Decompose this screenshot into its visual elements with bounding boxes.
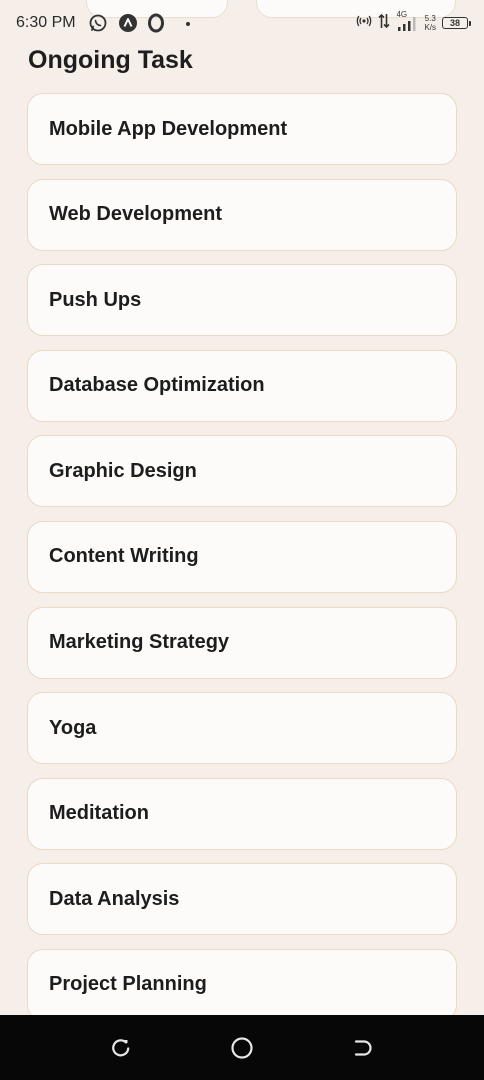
network-speed-value: 5.3 xyxy=(424,14,436,23)
task-list: Mobile App Development Web Development P… xyxy=(27,93,457,1035)
hotspot-icon xyxy=(356,14,372,33)
task-label: Web Development xyxy=(49,203,222,226)
more-notifications-dot-icon xyxy=(186,22,190,26)
task-card-content-writing[interactable]: Content Writing xyxy=(27,520,457,593)
task-label: Graphic Design xyxy=(49,459,197,482)
data-transfer-icon xyxy=(378,13,391,34)
task-label: Push Ups xyxy=(49,288,142,311)
task-card-web-development[interactable]: Web Development xyxy=(27,178,457,251)
task-label: Data Analysis xyxy=(49,887,180,910)
task-card-project-planning[interactable]: Project Planning xyxy=(27,948,457,1021)
page-title: Ongoing Task xyxy=(28,46,193,74)
status-bar: 6:30 PM 4G 5.3 K/s 38 xyxy=(0,0,484,46)
task-card-yoga[interactable]: Yoga xyxy=(27,692,457,765)
task-label: Database Optimization xyxy=(49,374,265,397)
task-card-graphic-design[interactable]: Graphic Design xyxy=(27,435,457,508)
home-circle-icon[interactable] xyxy=(229,1035,255,1061)
task-label: Marketing Strategy xyxy=(49,631,230,654)
system-navigation-bar xyxy=(0,1015,484,1080)
task-card-push-ups[interactable]: Push Ups xyxy=(27,264,457,337)
task-card-mobile-app-development[interactable]: Mobile App Development xyxy=(27,93,457,165)
network-speed: 5.3 K/s xyxy=(424,14,436,32)
recent-apps-icon[interactable] xyxy=(108,1035,134,1061)
battery-level: 38 xyxy=(449,18,460,28)
opera-icon xyxy=(146,13,166,33)
task-label: Content Writing xyxy=(49,545,199,568)
task-label: Project Planning xyxy=(49,973,207,996)
task-label: Meditation xyxy=(49,802,149,825)
status-time: 6:30 PM xyxy=(16,14,76,31)
battery-icon: 38 xyxy=(442,17,471,29)
network-speed-unit: K/s xyxy=(424,23,436,32)
back-icon[interactable] xyxy=(350,1035,376,1061)
task-card-database-optimization[interactable]: Database Optimization xyxy=(27,349,457,422)
signal-icon: 4G xyxy=(396,10,418,33)
task-label: Mobile App Development xyxy=(49,117,288,140)
task-card-data-analysis[interactable]: Data Analysis xyxy=(27,863,457,936)
task-card-meditation[interactable]: Meditation xyxy=(27,777,457,850)
whatsapp-icon xyxy=(88,13,108,33)
task-card-marketing-strategy[interactable]: Marketing Strategy xyxy=(27,606,457,679)
app-notification-icon xyxy=(118,13,138,33)
task-label: Yoga xyxy=(49,716,97,739)
